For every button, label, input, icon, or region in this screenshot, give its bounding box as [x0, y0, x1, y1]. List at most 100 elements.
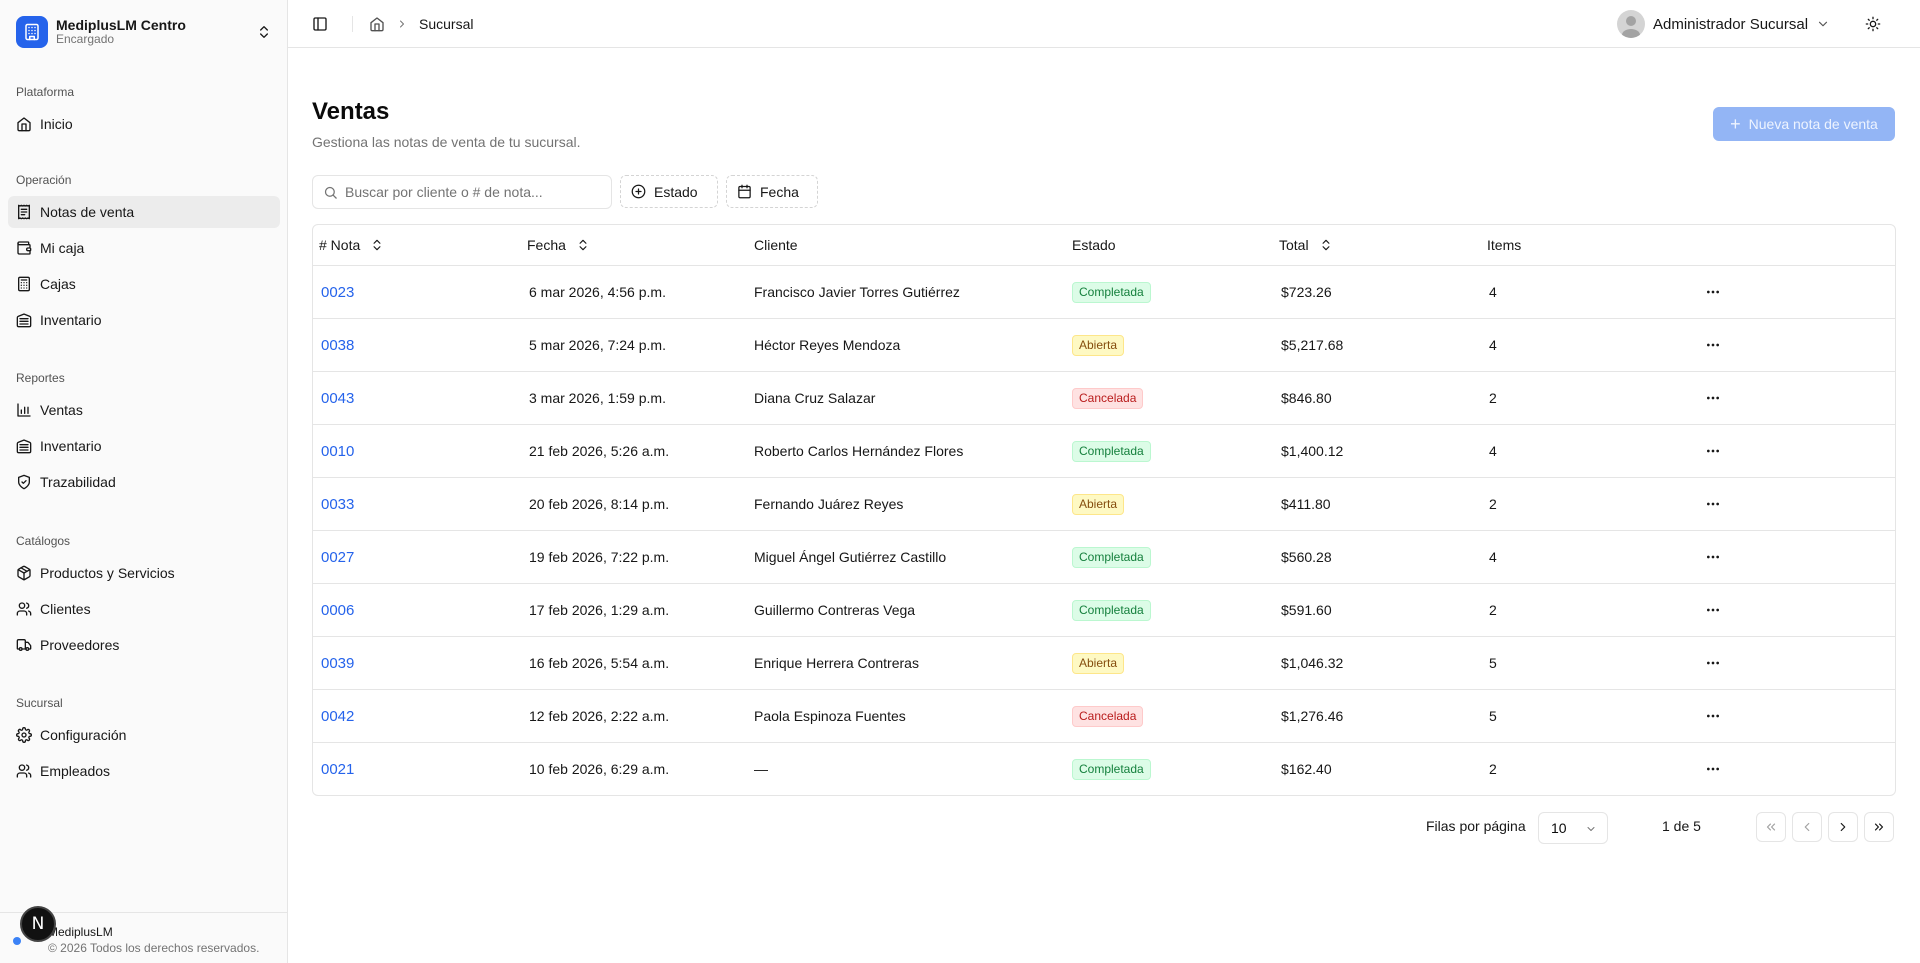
- previous-page-button[interactable]: [1792, 812, 1822, 842]
- sidebar-item-cajas[interactable]: Cajas: [8, 268, 280, 300]
- note-number-link[interactable]: 0021: [321, 743, 354, 795]
- avatar: [1617, 10, 1645, 38]
- table-row: 0043 3 mar 2026, 1:59 p.m. Diana Cruz Sala…: [313, 371, 1895, 424]
- sidebar-item-inicio[interactable]: Inicio: [8, 108, 280, 140]
- next-page-button[interactable]: [1828, 812, 1858, 842]
- row-actions-button[interactable]: [1705, 584, 1721, 636]
- users-icon: [16, 764, 32, 778]
- user-menu[interactable]: Administrador Sucursal: [1617, 10, 1830, 38]
- dev-tools-badge[interactable]: N: [20, 906, 56, 942]
- sidebar-item-label: Ventas: [40, 402, 83, 418]
- header-divider: [352, 16, 353, 32]
- table-row: 0027 19 feb 2026, 7:22 p.m. Miguel Ángel G…: [313, 530, 1895, 583]
- sidebar-item-trazabilidad[interactable]: Trazabilidad: [8, 466, 280, 498]
- table-row: 0038 5 mar 2026, 7:24 p.m. Héctor Reyes Me…: [313, 318, 1895, 371]
- note-number-link[interactable]: 0023: [321, 266, 354, 318]
- sidebar-item-notas-de-venta[interactable]: Notas de venta: [8, 196, 280, 228]
- note-items: 4: [1489, 337, 1497, 353]
- sidebar-item-inventario[interactable]: Inventario: [8, 304, 280, 336]
- new-sale-note-button[interactable]: + Nueva nota de venta: [1713, 107, 1895, 141]
- table-row: 0042 12 feb 2026, 2:22 a.m. Paola Espinoza…: [313, 689, 1895, 742]
- column-header-total[interactable]: Total: [1279, 225, 1333, 265]
- sidebar-item-empleados[interactable]: Empleados: [8, 755, 280, 787]
- sidebar-item-clientes[interactable]: Clientes: [8, 593, 280, 625]
- more-horizontal-icon: [1707, 290, 1719, 294]
- table-row: 0039 16 feb 2026, 5:54 a.m. Enrique Herrer…: [313, 636, 1895, 689]
- page-title: Ventas: [312, 98, 390, 125]
- status-dot: [13, 937, 21, 945]
- sun-icon[interactable]: [1865, 16, 1881, 32]
- sidebar-item-mi-caja[interactable]: Mi caja: [8, 232, 280, 264]
- row-actions-button[interactable]: [1705, 372, 1721, 424]
- date-filter-button[interactable]: Fecha: [726, 175, 818, 208]
- sidebar-item-productos-y-servicios[interactable]: Productos y Servicios: [8, 557, 280, 589]
- org-switcher[interactable]: MediplusLM Centro Encargado: [8, 8, 280, 56]
- note-number-link[interactable]: 0033: [321, 478, 354, 530]
- row-actions-button[interactable]: [1705, 266, 1721, 318]
- note-total: $591.60: [1281, 602, 1332, 618]
- note-date: 12 feb 2026, 2:22 a.m.: [529, 708, 670, 724]
- sidebar-item-inventario[interactable]: Inventario: [8, 430, 280, 462]
- more-horizontal-icon: [1707, 767, 1719, 771]
- column-header-label: Total: [1279, 237, 1309, 253]
- row-actions-button[interactable]: [1705, 319, 1721, 371]
- note-number-link[interactable]: 0043: [321, 372, 354, 424]
- row-actions-button[interactable]: [1705, 743, 1721, 795]
- org-role: Encargado: [56, 32, 115, 47]
- sidebar-item-proveedores[interactable]: Proveedores: [8, 629, 280, 661]
- sidebar-item-label: Cajas: [40, 276, 76, 292]
- row-actions-button[interactable]: [1705, 425, 1721, 477]
- building-icon: [16, 16, 48, 48]
- more-horizontal-icon: [1707, 608, 1719, 612]
- sidebar-item-ventas[interactable]: Ventas: [8, 394, 280, 426]
- note-date: 20 feb 2026, 8:14 p.m.: [529, 496, 670, 512]
- row-actions-button[interactable]: [1705, 531, 1721, 583]
- sidebar-item-label: Inventario: [40, 312, 102, 328]
- search-icon: [324, 186, 337, 199]
- sidebar-item-label: Proveedores: [40, 637, 120, 653]
- top-header: Sucursal Administrador Sucursal: [288, 0, 1920, 48]
- note-number-link[interactable]: 0027: [321, 531, 354, 583]
- sort-icon: [1322, 239, 1330, 251]
- search-box: [312, 175, 612, 209]
- home-icon[interactable]: [369, 16, 385, 32]
- note-number-link[interactable]: 0042: [321, 690, 354, 742]
- note-number-link[interactable]: 0039: [321, 637, 354, 689]
- note-number-link[interactable]: 0010: [321, 425, 354, 477]
- sidebar-item-label: Clientes: [40, 601, 91, 617]
- chevron-right-icon: [400, 20, 404, 28]
- note-items: 5: [1489, 708, 1497, 724]
- sidebar-toggle-icon[interactable]: [312, 16, 328, 32]
- status-filter-button[interactable]: Estado: [620, 175, 718, 208]
- last-page-button[interactable]: [1864, 812, 1894, 842]
- column-header-fecha[interactable]: Fecha: [527, 225, 590, 265]
- column-header-cliente: Cliente: [754, 225, 798, 265]
- note-items: 2: [1489, 496, 1497, 512]
- note-total: $723.26: [1281, 284, 1332, 300]
- note-items: 5: [1489, 655, 1497, 671]
- note-number-link[interactable]: 0038: [321, 319, 354, 371]
- row-actions-button[interactable]: [1705, 478, 1721, 530]
- more-horizontal-icon: [1707, 396, 1719, 400]
- note-client: Enrique Herrera Contreras: [754, 655, 919, 671]
- rows-per-page-select[interactable]: 10: [1538, 812, 1608, 844]
- row-actions-button[interactable]: [1705, 690, 1721, 742]
- status-badge: Abierta: [1072, 652, 1125, 674]
- status-badge: Cancelada: [1072, 387, 1144, 409]
- note-items: 2: [1489, 761, 1497, 777]
- package-icon: [17, 565, 31, 581]
- sidebar-item-configuracion[interactable]: Configuración: [8, 719, 280, 751]
- table-row: 0021 10 feb 2026, 6:29 a.m. — Completada $16…: [313, 742, 1895, 795]
- column-header-nota[interactable]: # Nota: [319, 225, 384, 265]
- gear-icon: [16, 727, 32, 743]
- status-cell: Completada: [1072, 531, 1151, 583]
- row-actions-button[interactable]: [1705, 637, 1721, 689]
- status-badge: Abierta: [1072, 493, 1125, 515]
- first-page-button[interactable]: [1756, 812, 1786, 842]
- sidebar-item-label: Mi caja: [40, 240, 85, 256]
- note-number-link[interactable]: 0006: [321, 584, 354, 636]
- sidebar: MediplusLM Centro Encargado Plataforma In…: [0, 0, 288, 963]
- nav-group-label: Reportes: [16, 371, 65, 385]
- search-input[interactable]: [345, 184, 611, 200]
- table-row: 0033 20 feb 2026, 8:14 p.m. Fernando Juáre…: [313, 477, 1895, 530]
